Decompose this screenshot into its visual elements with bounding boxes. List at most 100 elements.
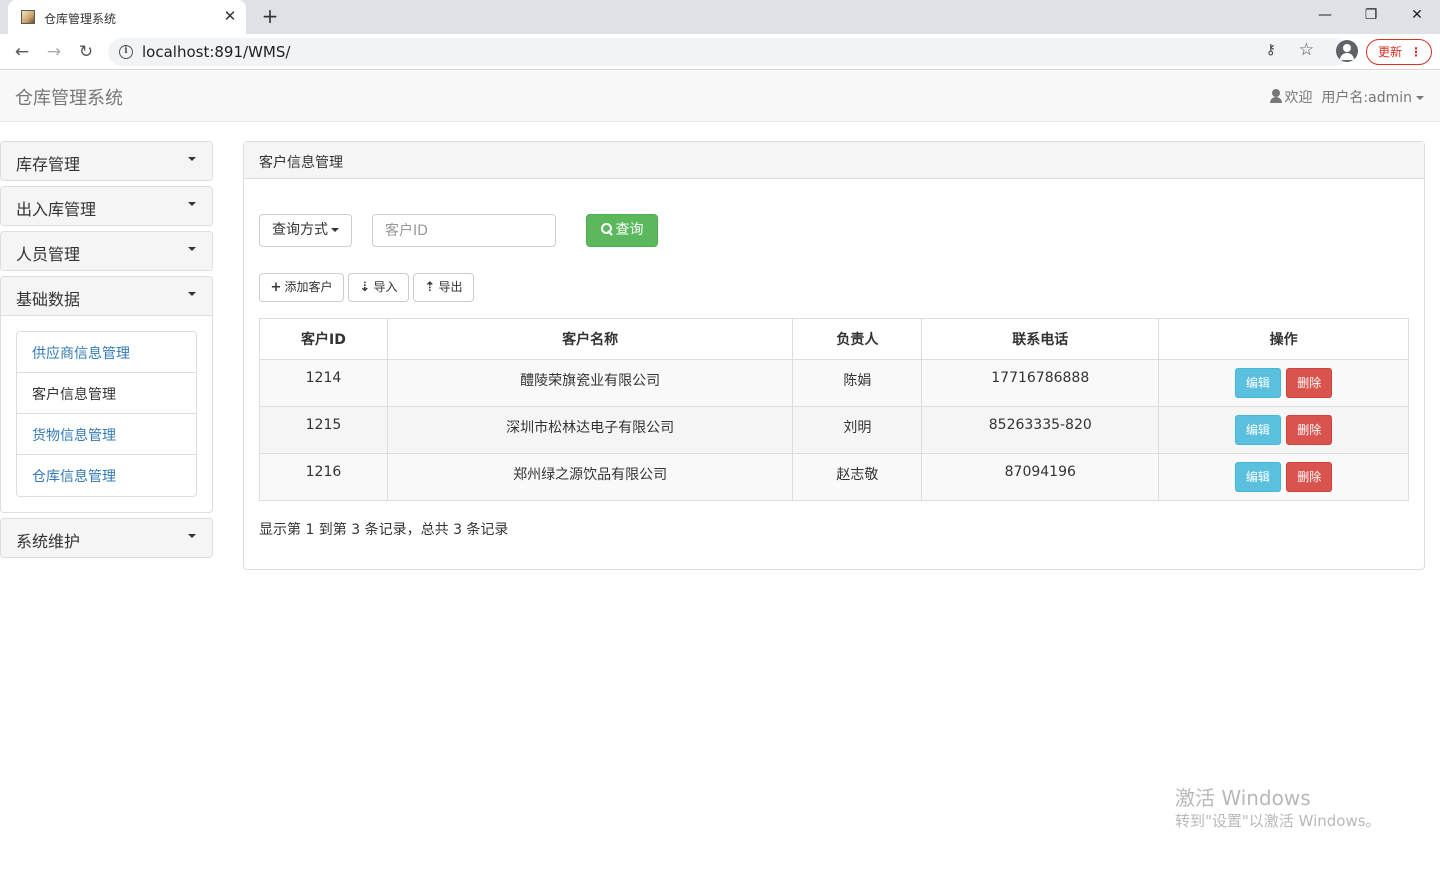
sidebar-group-stock-io: 出入库管理 bbox=[0, 186, 213, 226]
column-header-actions: 操作 bbox=[1158, 318, 1409, 360]
delete-button[interactable]: 删除 bbox=[1286, 368, 1333, 398]
pagination-info: 显示第 1 到第 3 条记录，总共 3 条记录 bbox=[259, 522, 509, 538]
app-navbar: 仓库管理系统 欢迎 用户名:admin bbox=[0, 71, 1440, 122]
export-label: 导出 bbox=[438, 280, 463, 294]
activation-watermark-title: 激活 Windows bbox=[1175, 786, 1311, 810]
browser-toolbar: ← → ↻ i localhost:891/WMS/ ⚷ ☆ 更新 ⋮ bbox=[0, 34, 1440, 70]
new-tab-button[interactable]: + bbox=[258, 4, 282, 28]
caret-down-icon bbox=[188, 534, 196, 538]
edit-button[interactable]: 编辑 bbox=[1234, 368, 1281, 398]
panel-title: 客户信息管理 bbox=[244, 142, 1424, 179]
reload-icon[interactable]: ↻ bbox=[74, 40, 98, 64]
table-header-row: 客户ID 客户名称 负责人 联系电话 操作 bbox=[259, 318, 1409, 360]
update-label: 更新 bbox=[1378, 45, 1403, 59]
import-icon: ⇣ bbox=[359, 280, 371, 295]
column-header-manager[interactable]: 负责人 bbox=[792, 318, 923, 360]
minimize-button[interactable]: — bbox=[1302, 0, 1348, 30]
query-mode-label: 查询方式 bbox=[272, 222, 328, 238]
delete-button[interactable]: 删除 bbox=[1286, 462, 1333, 492]
sidebar-group-label: 系统维护 bbox=[16, 532, 81, 551]
url-text[interactable]: localhost:891/WMS/ bbox=[142, 43, 290, 61]
cell-actions: 编辑 删除 bbox=[1158, 406, 1409, 454]
import-label: 导入 bbox=[373, 280, 398, 294]
welcome-text: 欢迎 bbox=[1284, 90, 1313, 106]
edit-button[interactable]: 编辑 bbox=[1234, 462, 1281, 492]
column-header-name[interactable]: 客户名称 bbox=[386, 318, 794, 360]
cell-manager: 陈娟 bbox=[792, 359, 923, 407]
app-brand[interactable]: 仓库管理系统 bbox=[15, 84, 123, 110]
profile-icon[interactable] bbox=[1336, 40, 1358, 62]
sidebar-item-supplier[interactable]: 供应商信息管理 bbox=[17, 332, 196, 373]
user-icon bbox=[1269, 89, 1282, 103]
sidebar-group-basic-data: 基础数据 供应商信息管理 客户信息管理 货物信息管理 仓库信息管理 bbox=[0, 276, 213, 513]
cell-actions: 编辑 删除 bbox=[1158, 359, 1409, 407]
cell-phone: 85263335-820 bbox=[921, 406, 1160, 454]
add-customer-button[interactable]: + 添加客户 bbox=[259, 273, 344, 302]
browser-tab[interactable]: 仓库管理系统 ✕ bbox=[8, 0, 246, 34]
query-mode-dropdown[interactable]: 查询方式 bbox=[259, 214, 352, 247]
table-row: 1215 深圳市松林达电子有限公司 刘明 85263335-820 编辑 删除 bbox=[259, 406, 1409, 454]
caret-down-icon bbox=[331, 228, 339, 232]
export-button[interactable]: ⇡ 导出 bbox=[413, 273, 474, 302]
import-button[interactable]: ⇣ 导入 bbox=[348, 273, 409, 302]
site-info-icon[interactable]: i bbox=[119, 45, 133, 59]
sidebar-group-header[interactable]: 出入库管理 bbox=[1, 187, 212, 225]
sidebar-item-warehouse[interactable]: 仓库信息管理 bbox=[17, 455, 196, 496]
window-close-button[interactable]: ✕ bbox=[1394, 0, 1440, 30]
query-button-label: 查询 bbox=[615, 222, 644, 238]
query-button[interactable]: 查询 bbox=[586, 214, 658, 247]
cell-name: 郑州绿之源饮品有限公司 bbox=[386, 453, 794, 501]
cell-id: 1214 bbox=[259, 359, 388, 407]
sidebar-group-label: 库存管理 bbox=[16, 155, 81, 174]
address-bar[interactable]: i localhost:891/WMS/ ⚷ ☆ bbox=[108, 38, 1348, 66]
sidebar-group-header[interactable]: 系统维护 bbox=[1, 519, 212, 557]
sidebar-item-goods[interactable]: 货物信息管理 bbox=[17, 414, 196, 455]
search-input[interactable] bbox=[372, 214, 556, 247]
search-icon bbox=[600, 223, 613, 235]
user-menu[interactable]: 欢迎 用户名:admin bbox=[1269, 87, 1424, 107]
browser-tab-bar: 仓库管理系统 ✕ + — ❐ ✕ bbox=[0, 0, 1440, 34]
table-row: 1216 郑州绿之源饮品有限公司 赵志敬 87094196 编辑 删除 bbox=[259, 453, 1409, 501]
delete-button[interactable]: 删除 bbox=[1286, 415, 1333, 445]
caret-down-icon bbox=[1416, 96, 1424, 100]
cell-phone: 87094196 bbox=[921, 453, 1160, 501]
cell-id: 1215 bbox=[259, 406, 388, 454]
cell-id: 1216 bbox=[259, 453, 388, 501]
restore-button[interactable]: ❐ bbox=[1348, 0, 1394, 30]
edit-button[interactable]: 编辑 bbox=[1234, 415, 1281, 445]
caret-down-icon bbox=[188, 157, 196, 161]
caret-down-icon bbox=[188, 247, 196, 251]
cell-phone: 17716786888 bbox=[921, 359, 1160, 407]
sidebar-item-customer[interactable]: 客户信息管理 bbox=[17, 373, 196, 414]
sidebar-group-body: 供应商信息管理 客户信息管理 货物信息管理 仓库信息管理 bbox=[1, 315, 212, 512]
sidebar-submenu: 供应商信息管理 客户信息管理 货物信息管理 仓库信息管理 bbox=[16, 331, 197, 497]
caret-down-icon bbox=[188, 292, 196, 296]
caret-down-icon bbox=[188, 202, 196, 206]
sidebar-group-label: 基础数据 bbox=[16, 290, 81, 309]
bookmark-star-icon[interactable]: ☆ bbox=[1299, 40, 1314, 60]
update-button[interactable]: 更新 ⋮ bbox=[1366, 39, 1432, 65]
sidebar-group-header[interactable]: 基础数据 bbox=[1, 277, 212, 315]
menu-dots-icon: ⋮ bbox=[1410, 45, 1422, 59]
sidebar-group-label: 人员管理 bbox=[16, 245, 81, 264]
sidebar-group-header[interactable]: 库存管理 bbox=[1, 142, 212, 180]
key-icon[interactable]: ⚷ bbox=[1266, 42, 1276, 58]
customer-table: 客户ID 客户名称 负责人 联系电话 操作 1214 醴陵荣旗瓷业有限公司 陈娟… bbox=[259, 318, 1409, 501]
plus-icon: + bbox=[270, 280, 282, 295]
tab-close-icon[interactable]: ✕ bbox=[220, 6, 240, 26]
cell-manager: 刘明 bbox=[792, 406, 923, 454]
sidebar-group-inventory: 库存管理 bbox=[0, 141, 213, 181]
sidebar-group-header[interactable]: 人员管理 bbox=[1, 232, 212, 270]
username-text: 用户名:admin bbox=[1321, 90, 1412, 106]
column-header-phone[interactable]: 联系电话 bbox=[921, 318, 1160, 360]
favicon-icon bbox=[21, 10, 35, 24]
cell-actions: 编辑 删除 bbox=[1158, 453, 1409, 501]
cell-name: 醴陵荣旗瓷业有限公司 bbox=[386, 359, 794, 407]
back-icon[interactable]: ← bbox=[10, 40, 34, 64]
cell-manager: 赵志敬 bbox=[792, 453, 923, 501]
customer-panel: 客户信息管理 查询方式 查询 +添加客户 ⇣导入 ⇡导出 客户ID 客户名称 负… bbox=[243, 141, 1425, 570]
forward-icon[interactable]: → bbox=[42, 40, 66, 64]
column-header-id[interactable]: 客户ID bbox=[259, 318, 388, 360]
activation-watermark-text: 转到"设置"以激活 Windows。 bbox=[1175, 812, 1381, 830]
sidebar-group-system: 系统维护 bbox=[0, 518, 213, 558]
